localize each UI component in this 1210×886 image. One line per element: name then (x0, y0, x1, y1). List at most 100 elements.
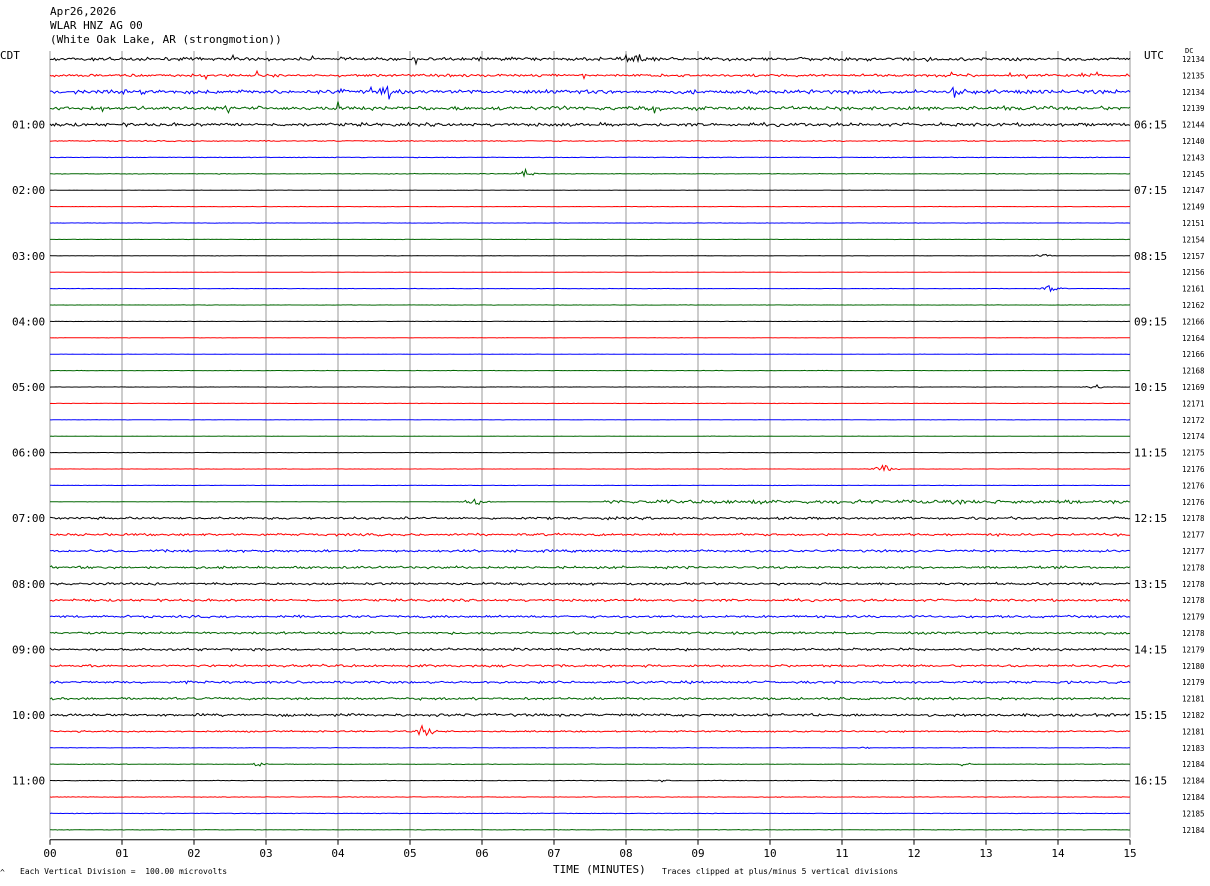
x-tick-label-15: 15 (1123, 847, 1136, 860)
right-time-label-10: 16:15 (1134, 775, 1167, 788)
trace-row-33 (49, 597, 1131, 603)
trace-row-20 (49, 384, 1131, 389)
clip-note: Traces clipped at plus/minus 5 vertical … (662, 867, 899, 876)
dc-value-29: 12177 (1182, 531, 1205, 540)
dc-value-4: 12144 (1182, 121, 1205, 130)
trace-row-25 (50, 464, 1130, 472)
dc-value-40: 12182 (1182, 711, 1205, 720)
dc-value-14: 12161 (1182, 285, 1205, 294)
dc-value-21: 12171 (1182, 399, 1205, 408)
dc-value-47: 12184 (1182, 826, 1205, 835)
right-time-label-2: 08:15 (1134, 250, 1167, 263)
x-tick-label-12: 12 (907, 847, 920, 860)
dc-value-17: 12164 (1182, 334, 1205, 343)
dc-value-23: 12174 (1182, 432, 1205, 441)
dc-value-36: 12179 (1182, 645, 1205, 654)
x-tick-label-00: 00 (43, 847, 56, 860)
corner-mark: ^ (0, 868, 5, 877)
trace-row-42 (49, 746, 1131, 749)
trace-row-6 (49, 156, 1131, 159)
trace-row-39 (49, 696, 1131, 701)
x-tick-label-11: 11 (835, 847, 848, 860)
left-time-label-0: 01:00 (12, 119, 45, 132)
trace-row-14 (49, 284, 1131, 293)
left-time-label-8: 09:00 (12, 643, 45, 656)
dc-value-9: 12149 (1182, 203, 1205, 212)
trace-row-28 (49, 516, 1131, 521)
right-time-label-4: 10:15 (1134, 381, 1167, 394)
dc-value-39: 12181 (1182, 695, 1205, 704)
dc-value-12: 12157 (1182, 252, 1205, 261)
dc-value-22: 12172 (1182, 416, 1205, 425)
left-time-label-6: 07:00 (12, 512, 45, 525)
dc-value-15: 12162 (1182, 301, 1205, 310)
trace-row-38 (49, 680, 1131, 685)
trace-row-27 (50, 498, 1131, 506)
dc-value-1: 12135 (1182, 71, 1205, 80)
dc-value-24: 12175 (1182, 449, 1205, 458)
right-time-label-6: 12:15 (1134, 512, 1167, 525)
right-time-label-5: 11:15 (1134, 447, 1167, 460)
x-tick-label-04: 04 (331, 847, 345, 860)
trace-row-46 (49, 812, 1131, 815)
x-tick-label-03: 03 (259, 847, 272, 860)
x-tick-label-10: 10 (763, 847, 776, 860)
dc-value-28: 12178 (1182, 514, 1205, 523)
trace-row-32 (49, 581, 1131, 586)
dc-value-37: 12180 (1182, 662, 1205, 671)
dc-value-35: 12178 (1182, 629, 1205, 638)
x-tick-label-14: 14 (1051, 847, 1065, 860)
dc-value-25: 12176 (1182, 465, 1205, 474)
x-tick-label-13: 13 (979, 847, 992, 860)
dc-value-41: 12181 (1182, 727, 1205, 736)
trace-row-45 (49, 796, 1131, 798)
dc-value-34: 12179 (1182, 613, 1205, 622)
right-time-label-3: 09:15 (1134, 315, 1167, 328)
dc-value-11: 12154 (1182, 235, 1205, 244)
dc-value-44: 12184 (1182, 777, 1205, 786)
dc-value-13: 12156 (1182, 268, 1205, 277)
trace-row-3 (49, 101, 1131, 115)
dc-value-43: 12184 (1182, 760, 1205, 769)
trace-row-7 (50, 167, 1131, 178)
dc-value-32: 12178 (1182, 580, 1205, 589)
dc-value-18: 12166 (1182, 350, 1205, 359)
right-time-label-9: 15:15 (1134, 709, 1167, 722)
dc-value-2: 12134 (1182, 88, 1205, 97)
trace-row-36 (49, 647, 1130, 652)
scale-note: Each Vertical Division = 100.00 microvol… (20, 867, 228, 876)
dc-value-20: 12169 (1182, 383, 1205, 392)
x-tick-label-09: 09 (691, 847, 704, 860)
dc-value-19: 12168 (1182, 367, 1205, 376)
helicorder-plot: 12134 12135 12134 12139 12144 12140 12143 12145… (12, 51, 1205, 860)
dc-value-3: 12139 (1182, 104, 1205, 113)
x-tick-label-08: 08 (619, 847, 632, 860)
x-tick-label-05: 05 (403, 847, 416, 860)
dc-value-0: 12134 (1182, 55, 1205, 64)
dc-value-26: 12176 (1182, 481, 1205, 490)
dc-value-16: 12166 (1182, 317, 1205, 326)
dc-value-5: 12140 (1182, 137, 1205, 146)
trace-row-31 (49, 565, 1131, 570)
x-tick-label-02: 02 (187, 847, 200, 860)
left-time-label-1: 02:00 (12, 184, 45, 197)
dc-value-31: 12178 (1182, 563, 1205, 572)
trace-row-40 (49, 712, 1131, 718)
dc-value-42: 12183 (1182, 744, 1205, 753)
dc-value-33: 12178 (1182, 596, 1205, 605)
trace-row-5 (49, 139, 1131, 143)
trace-row-34 (49, 614, 1131, 619)
dc-value-8: 12147 (1182, 186, 1205, 195)
right-time-label-0: 06:15 (1134, 119, 1167, 132)
dc-value-7: 12145 (1182, 170, 1205, 179)
dc-value-45: 12184 (1182, 793, 1205, 802)
left-time-label-4: 05:00 (12, 381, 45, 394)
right-time-label-1: 07:15 (1134, 184, 1167, 197)
trace-row-4 (49, 121, 1131, 128)
trace-row-29 (49, 532, 1131, 538)
dc-value-10: 12151 (1182, 219, 1205, 228)
left-time-label-5: 06:00 (12, 447, 45, 460)
trace-row-0 (49, 53, 1131, 66)
left-time-label-2: 03:00 (12, 250, 45, 263)
x-tick-label-06: 06 (475, 847, 488, 860)
